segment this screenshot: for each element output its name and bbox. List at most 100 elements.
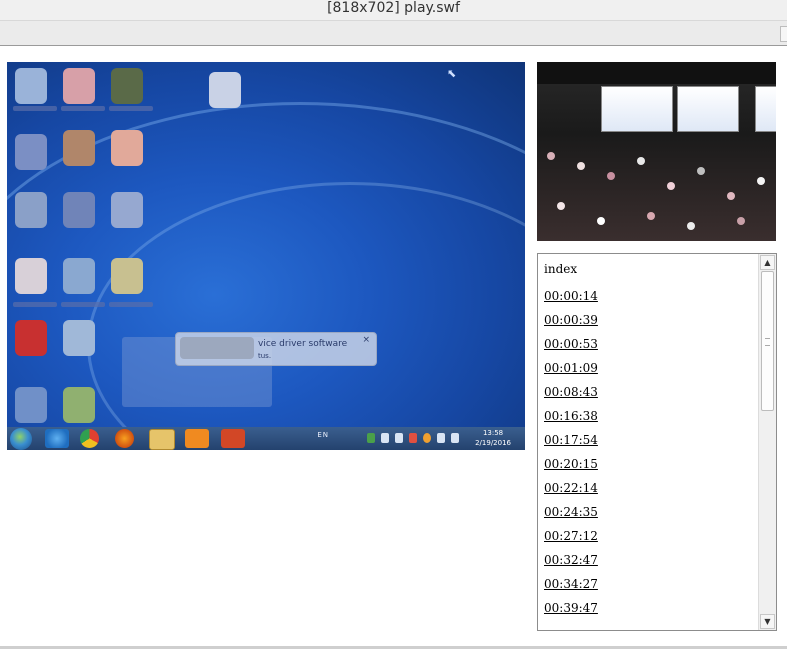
list-item: 00:01:09 — [544, 360, 598, 384]
index-link[interactable]: 00:00:14 — [544, 289, 598, 303]
list-item: 00:00:14 — [544, 288, 598, 312]
tray-icon — [437, 433, 445, 443]
desktop-icon — [63, 387, 95, 423]
index-link[interactable]: 00:00:53 — [544, 337, 598, 351]
list-item: 00:34:27 — [544, 576, 598, 600]
projection-screen — [755, 86, 776, 132]
audience-head — [667, 182, 675, 190]
desktop-icon — [111, 130, 143, 166]
list-item: 00:22:14 — [544, 480, 598, 504]
index-link[interactable]: 00:16:38 — [544, 409, 598, 423]
list-item: 00:32:47 — [544, 552, 598, 576]
room-ceiling — [537, 62, 776, 84]
audience-head — [647, 212, 655, 220]
desktop-label — [13, 302, 57, 307]
index-link[interactable]: 00:17:54 — [544, 433, 598, 447]
list-item: 00:24:35 — [544, 504, 598, 528]
index-link[interactable]: 00:01:09 — [544, 361, 598, 375]
clock-date: 2/19/2016 — [475, 439, 511, 447]
toolbar — [0, 20, 787, 47]
index-list: 00:00:14 00:00:39 00:00:53 00:01:09 00:0… — [544, 288, 598, 624]
tray-icon — [395, 433, 403, 443]
window-title: [818x702] play.swf — [0, 0, 787, 20]
index-link[interactable]: 00:20:15 — [544, 457, 598, 471]
index-link[interactable]: 00:39:47 — [544, 601, 598, 615]
scroll-up-icon[interactable]: ▲ — [760, 255, 775, 270]
audience-head — [607, 172, 615, 180]
index-link[interactable]: 00:00:39 — [544, 313, 598, 327]
tray-icon — [409, 433, 417, 443]
taskbar-clock: 13:58 2/19/2016 — [475, 428, 511, 448]
desktop-icon — [111, 258, 143, 294]
index-title: index — [544, 262, 578, 276]
firefox-icon — [115, 429, 134, 448]
close-icon: × — [362, 335, 370, 345]
tray-icon — [423, 433, 431, 443]
balloon-title: vice driver software — [258, 339, 348, 349]
balloon-icon — [180, 337, 254, 359]
list-item: 00:39:47 — [544, 600, 598, 624]
desktop-icon — [63, 192, 95, 228]
audience-head — [637, 157, 645, 165]
balloon-subtitle: tus. — [258, 352, 272, 360]
index-link[interactable]: 00:08:43 — [544, 385, 598, 399]
audience-head — [727, 192, 735, 200]
audience-head — [597, 217, 605, 225]
desktop-icon — [111, 68, 143, 104]
ie-icon — [45, 429, 69, 448]
list-item: 00:20:15 — [544, 456, 598, 480]
audience-head — [697, 167, 705, 175]
index-link[interactable]: 00:22:14 — [544, 481, 598, 495]
index-link[interactable]: 00:27:12 — [544, 529, 598, 543]
desktop-icon — [15, 320, 47, 356]
taskbar: EN 13:58 2/19/2016 — [7, 427, 525, 450]
screen-capture-video[interactable]: ⬉ vice driver software tus. × EN 13:58 2… — [7, 62, 525, 450]
desktop-label — [61, 302, 105, 307]
audience-head — [557, 202, 565, 210]
tray-language: EN — [317, 431, 329, 439]
desktop-label — [13, 106, 57, 111]
index-panel[interactable]: index 00:00:14 00:00:39 00:00:53 00:01:0… — [537, 253, 777, 631]
desktop-icon — [15, 387, 47, 423]
index-link[interactable]: 00:34:27 — [544, 577, 598, 591]
notification-balloon: vice driver software tus. × — [175, 332, 377, 366]
projection-screen — [601, 86, 673, 132]
desktop-label — [109, 302, 153, 307]
desktop-label — [61, 106, 105, 111]
desktop-icon — [63, 320, 95, 356]
scroll-down-icon[interactable]: ▼ — [760, 614, 775, 629]
tray-icon — [367, 433, 375, 443]
list-item: 00:00:39 — [544, 312, 598, 336]
index-link[interactable]: 00:32:47 — [544, 553, 598, 567]
media-player-icon — [185, 429, 209, 448]
folder-icon — [149, 429, 175, 450]
toolbar-edge — [780, 26, 787, 42]
list-item: 00:00:53 — [544, 336, 598, 360]
scroll-grip — [765, 338, 770, 346]
powerpoint-icon — [221, 429, 245, 448]
audience-head — [737, 217, 745, 225]
projection-screen — [677, 86, 739, 132]
desktop-icon — [209, 72, 241, 108]
scroll-thumb[interactable] — [761, 271, 774, 411]
audience-head — [547, 152, 555, 160]
tray-icon — [381, 433, 389, 443]
desktop-label — [109, 106, 153, 111]
start-orb-icon — [10, 428, 32, 450]
list-item: 00:17:54 — [544, 432, 598, 456]
desktop-icon — [15, 68, 47, 104]
index-link[interactable]: 00:24:35 — [544, 505, 598, 519]
desktop-icon — [63, 68, 95, 104]
desktop-icon — [15, 258, 47, 294]
audience-head — [757, 177, 765, 185]
index-scrollbar[interactable]: ▲ ▼ — [758, 254, 776, 630]
audience-head — [577, 162, 585, 170]
mouse-cursor-icon: ⬉ — [447, 67, 457, 80]
chrome-icon — [80, 429, 99, 448]
tray-icon — [451, 433, 459, 443]
clock-time: 13:58 — [482, 429, 504, 437]
desktop-icon — [15, 192, 47, 228]
webcam-video[interactable] — [537, 62, 776, 241]
desktop-icon — [63, 130, 95, 166]
desktop-icon — [111, 192, 143, 228]
